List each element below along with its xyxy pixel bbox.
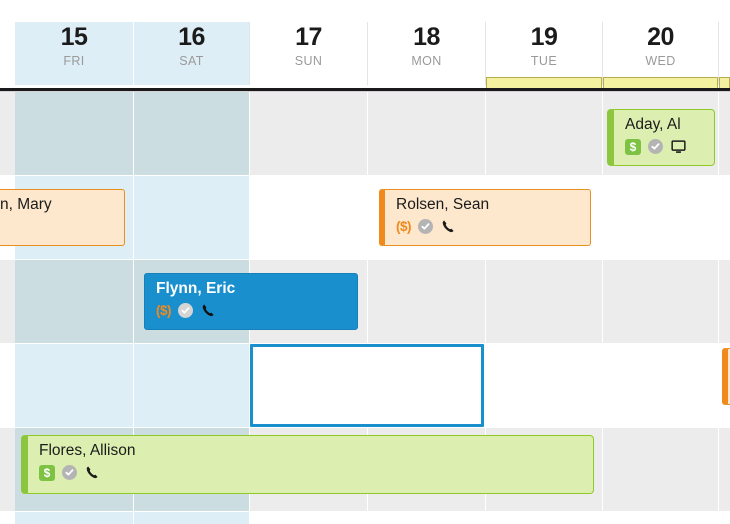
monitor-icon[interactable] xyxy=(670,139,686,155)
dollar-badge-icon[interactable]: $ xyxy=(625,138,641,155)
day-weekday: SAT xyxy=(179,54,204,68)
header-column-divider xyxy=(602,22,603,85)
weekend-column-tint xyxy=(15,512,249,524)
header-column-divider xyxy=(485,22,486,85)
day-range-marker-20 xyxy=(603,77,718,88)
header-column-divider xyxy=(718,22,719,85)
week-calendar: 15 FRI 16 SAT 17 SUN 18 MON 19 TUE 20 WE… xyxy=(0,0,730,524)
calendar-row[interactable] xyxy=(0,260,730,343)
header-column-divider xyxy=(367,22,368,85)
day-header-18[interactable]: 18 MON xyxy=(368,22,485,85)
day-range-marker-next xyxy=(719,77,730,88)
day-weekday: WED xyxy=(645,54,676,68)
event-title: n, Mary xyxy=(0,196,52,213)
phone-icon[interactable] xyxy=(440,219,456,235)
event-block-flynn[interactable]: Flynn, Eric ($) xyxy=(144,273,358,330)
calendar-grid-body[interactable]: Aday, Al $ n, Mary Rolsen, Sean ($) Flyn… xyxy=(0,92,730,524)
day-weekday: TUE xyxy=(530,54,558,68)
check-circle-icon[interactable] xyxy=(178,303,193,318)
day-header-17[interactable]: 17 SUN xyxy=(250,22,367,85)
check-circle-icon[interactable] xyxy=(418,219,433,234)
grid-column-line xyxy=(602,92,603,524)
weekend-column-tint xyxy=(15,344,249,427)
event-block-rolsen[interactable]: Rolsen, Sean ($) xyxy=(379,189,591,246)
event-title: Flynn, Eric xyxy=(156,280,236,297)
event-icon-row: $ xyxy=(28,463,593,482)
dollar-badge-icon[interactable]: $ xyxy=(39,464,55,481)
row-gutter xyxy=(0,512,15,524)
day-weekday: MON xyxy=(411,54,442,68)
dollar-text-icon[interactable]: ($) xyxy=(396,219,412,235)
header-column-divider xyxy=(249,22,250,85)
event-title: Aday, Al xyxy=(625,116,681,133)
row-gutter xyxy=(0,428,15,511)
phone-icon[interactable] xyxy=(200,303,216,319)
day-number: 19 xyxy=(530,23,558,51)
phone-icon[interactable] xyxy=(84,465,100,481)
day-weekday: SUN xyxy=(294,54,323,68)
day-header-19[interactable]: 19 TUE xyxy=(486,22,602,85)
time-slot-selection-box[interactable] xyxy=(250,344,484,427)
day-header-20[interactable]: 20 WED xyxy=(603,22,718,85)
day-number: 15 xyxy=(60,23,88,51)
weekend-column-tint xyxy=(15,92,249,175)
header-column-divider xyxy=(133,22,134,85)
day-number: 18 xyxy=(413,23,440,51)
event-title: Rolsen, Sean xyxy=(396,196,490,213)
event-block-mary[interactable]: n, Mary xyxy=(0,189,125,246)
event-block-aday[interactable]: Aday, Al $ xyxy=(607,109,715,166)
day-header-15[interactable]: 15 FRI xyxy=(15,22,133,85)
dollar-text-icon[interactable]: ($) xyxy=(156,303,172,319)
check-circle-icon[interactable] xyxy=(648,139,663,154)
row-gutter xyxy=(0,92,15,175)
event-title: Flores, Allison xyxy=(39,442,136,459)
calendar-row[interactable] xyxy=(0,512,730,524)
day-number: 16 xyxy=(178,23,205,51)
day-weekday: FRI xyxy=(63,54,85,68)
calendar-day-header: 15 FRI 16 SAT 17 SUN 18 MON 19 TUE 20 WE… xyxy=(0,0,730,88)
event-icon-row: ($) xyxy=(145,301,357,320)
check-circle-icon[interactable] xyxy=(62,465,77,480)
event-block-flores[interactable]: Flores, Allison $ xyxy=(21,435,594,494)
event-icon-row: $ xyxy=(614,137,714,156)
event-icon-row: ($) xyxy=(385,217,590,236)
row-gutter xyxy=(0,344,15,427)
event-block-edge-partial[interactable] xyxy=(722,348,730,405)
row-gutter xyxy=(0,260,15,343)
day-number: 17 xyxy=(295,23,322,51)
day-header-16[interactable]: 16 SAT xyxy=(134,22,249,85)
grid-column-line xyxy=(718,92,719,524)
day-range-marker-19 xyxy=(486,77,602,88)
day-number: 20 xyxy=(647,23,674,51)
